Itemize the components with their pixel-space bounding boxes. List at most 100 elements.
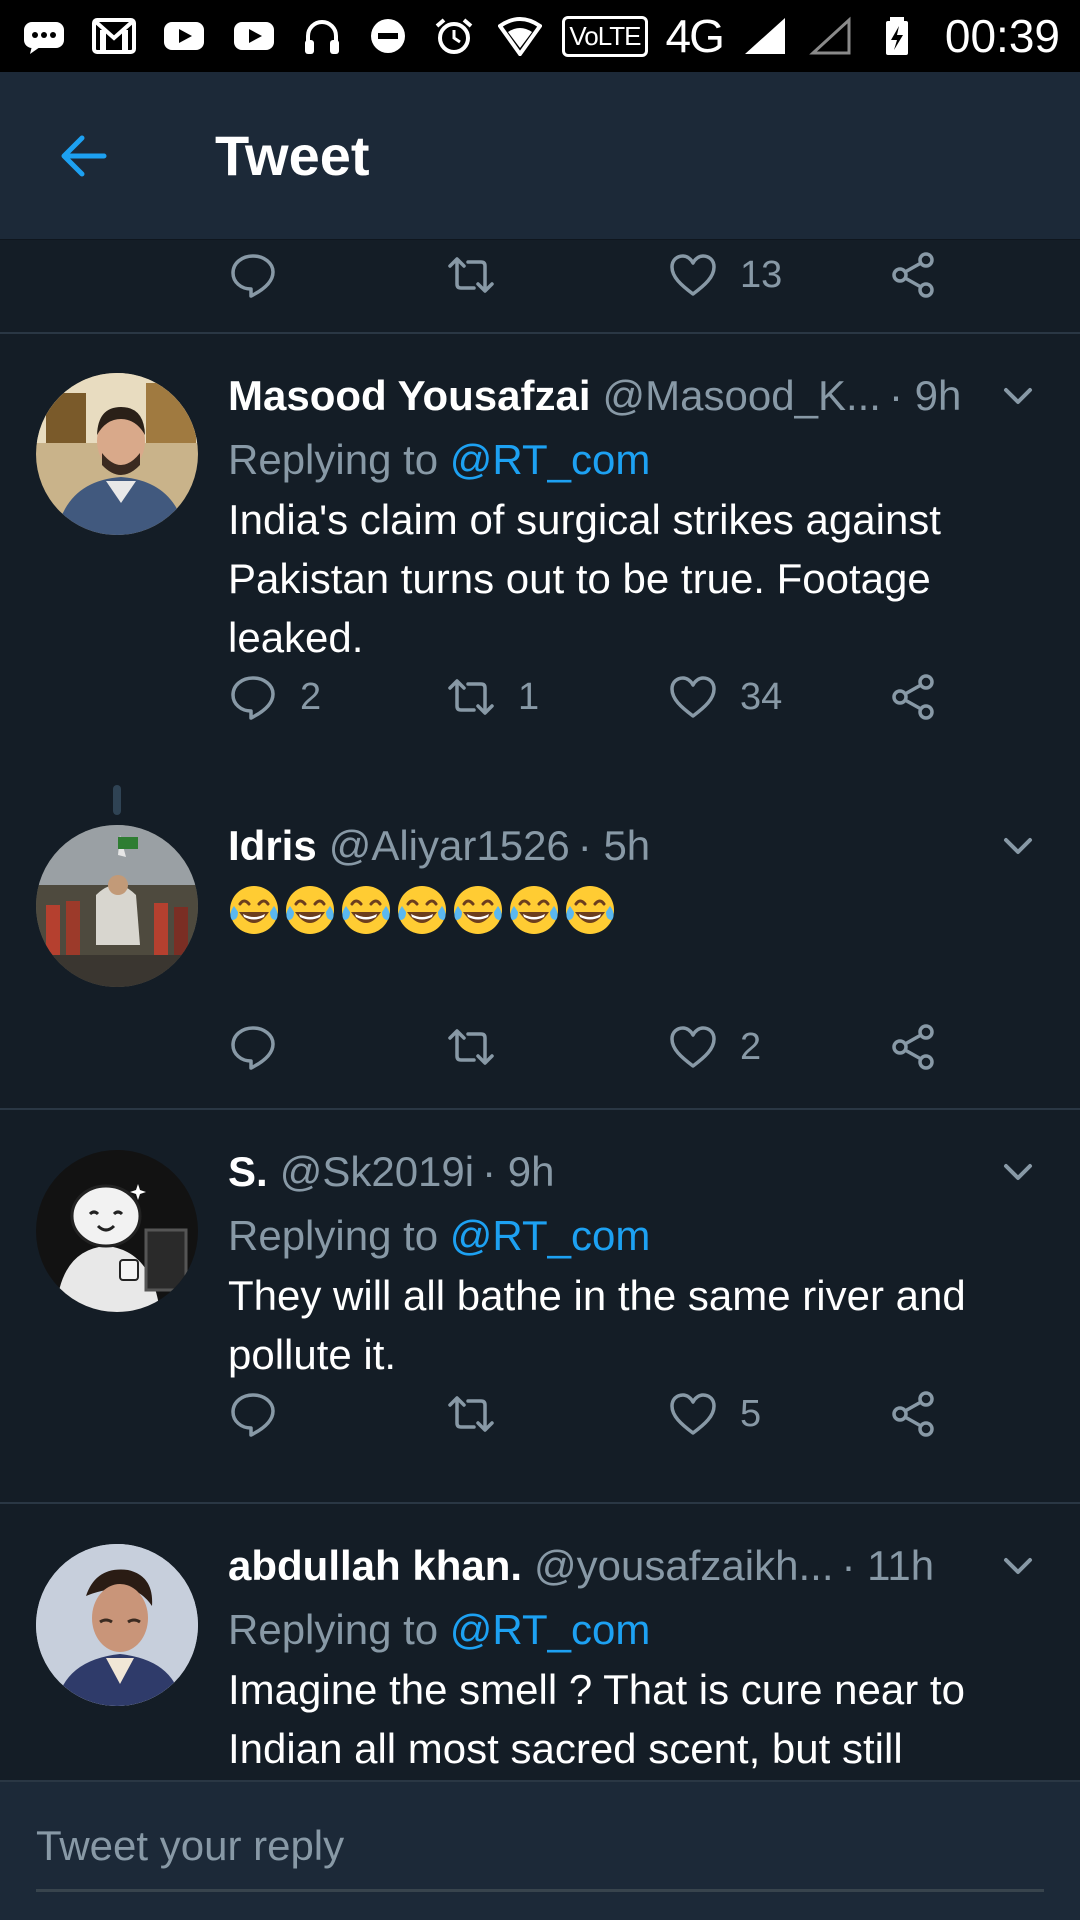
reply-button[interactable] bbox=[228, 245, 278, 305]
divider bbox=[0, 1502, 1080, 1504]
tweet-actions: 2 bbox=[228, 1017, 988, 1077]
retweet-button[interactable] bbox=[446, 1384, 496, 1444]
face-with-tears-of-joy-emoji bbox=[396, 884, 448, 936]
like-button[interactable]: 2 bbox=[668, 1017, 761, 1077]
retweet-arrows-icon bbox=[448, 679, 494, 715]
retweet-arrows-icon bbox=[448, 1029, 494, 1065]
like-button[interactable]: 13 bbox=[668, 245, 782, 305]
heart-icon bbox=[670, 676, 716, 718]
divider bbox=[0, 332, 1080, 334]
like-count: 34 bbox=[740, 675, 783, 718]
reply-input[interactable] bbox=[36, 1812, 1044, 1892]
author-name[interactable]: abdullah khan. bbox=[228, 1542, 522, 1590]
signal-strength-icon bbox=[741, 16, 789, 56]
speech-bubble-icon bbox=[231, 676, 275, 720]
share-button[interactable] bbox=[888, 245, 938, 305]
mention-link[interactable]: @RT_com bbox=[450, 1212, 651, 1259]
tweet-text bbox=[228, 884, 616, 936]
replying-to: Replying to @RT_com bbox=[228, 1212, 650, 1260]
share-button[interactable] bbox=[888, 1384, 938, 1444]
like-count: 13 bbox=[740, 253, 783, 296]
retweet-arrows-icon bbox=[448, 1396, 494, 1432]
face-with-tears-of-joy-emoji bbox=[508, 884, 560, 936]
status-bar: VoLTE 4G 00:39 bbox=[0, 0, 1080, 72]
tweet-timestamp: · 9h bbox=[482, 1148, 555, 1195]
page-title: Tweet bbox=[215, 124, 370, 187]
author-handle[interactable]: @yousafzaikh... bbox=[534, 1542, 833, 1590]
chevron-down-icon bbox=[1004, 1164, 1032, 1180]
chevron-down-icon bbox=[1004, 388, 1032, 404]
share-button[interactable] bbox=[888, 1017, 938, 1077]
do-not-disturb-icon bbox=[364, 16, 412, 56]
speech-bubble-icon bbox=[231, 254, 275, 298]
tweet-menu-button[interactable] bbox=[996, 1544, 1040, 1588]
share-button[interactable] bbox=[888, 667, 938, 727]
tweet-header: S. @Sk2019i · 9h bbox=[228, 1144, 1040, 1200]
share-nodes-icon bbox=[892, 1391, 934, 1437]
arrow-left-icon bbox=[61, 135, 107, 176]
like-count: 5 bbox=[740, 1392, 762, 1435]
alarm-icon bbox=[430, 16, 478, 56]
clock: 00:39 bbox=[944, 10, 1060, 62]
avatar[interactable] bbox=[36, 1150, 198, 1312]
retweet-button[interactable]: 1 bbox=[446, 667, 539, 727]
replying-to-label: Replying to bbox=[228, 1606, 450, 1653]
mention-link[interactable]: @RT_com bbox=[450, 1606, 651, 1653]
tweet-text: They will all bathe in the same river an… bbox=[228, 1272, 966, 1378]
volte-badge: VoLTE bbox=[562, 15, 648, 57]
retweet-button[interactable] bbox=[446, 1017, 496, 1077]
face-with-tears-of-joy-emoji bbox=[452, 884, 504, 936]
tweet-actions: 5 bbox=[228, 1384, 988, 1444]
speech-bubble-icon bbox=[231, 1026, 275, 1070]
app-bar: Tweet bbox=[0, 72, 1080, 240]
tweet-menu-button[interactable] bbox=[996, 824, 1040, 868]
heart-icon bbox=[670, 1393, 716, 1435]
heart-icon bbox=[670, 1026, 716, 1068]
retweet-button[interactable] bbox=[446, 245, 496, 305]
battery-charging-icon bbox=[873, 16, 921, 56]
replying-to-label: Replying to bbox=[228, 1212, 450, 1259]
messages-notification-icon bbox=[20, 16, 68, 56]
reply-button[interactable] bbox=[228, 1384, 278, 1444]
chevron-down-icon bbox=[1004, 1558, 1032, 1574]
author-handle[interactable]: @Aliyar1526 bbox=[329, 822, 570, 870]
network-type: 4G bbox=[665, 10, 725, 62]
tweet-menu-button[interactable] bbox=[996, 374, 1040, 418]
youtube-notification-icon bbox=[160, 16, 208, 56]
share-nodes-icon bbox=[892, 1024, 934, 1070]
author-handle[interactable]: @Sk2019i bbox=[280, 1148, 474, 1196]
author-handle[interactable]: @Masood_K... bbox=[603, 372, 881, 420]
mention-link[interactable]: @RT_com bbox=[450, 436, 651, 483]
avatar[interactable] bbox=[36, 825, 198, 987]
author-name[interactable]: S. bbox=[228, 1148, 268, 1196]
replying-to: Replying to @RT_com bbox=[228, 436, 650, 484]
tweet-header: Idris @Aliyar1526 · 5h bbox=[228, 818, 1040, 874]
tweet-timestamp: · 5h bbox=[577, 822, 651, 869]
reply-button[interactable]: 2 bbox=[228, 667, 321, 727]
author-name[interactable]: Masood Yousafzai bbox=[228, 372, 591, 420]
back-button[interactable] bbox=[38, 110, 130, 202]
tweet-text: Imagine the smell ? That is cure near to… bbox=[228, 1666, 965, 1772]
tweet-actions: 13 bbox=[228, 245, 988, 305]
chevron-down-icon bbox=[1004, 838, 1032, 854]
reply-timeline[interactable]: 13 Masood Yousafzai @Masood_K... · 9h Re… bbox=[0, 240, 1080, 1780]
tweet-text: India's claim of surgical strikes agains… bbox=[228, 496, 941, 661]
avatar[interactable] bbox=[36, 1544, 198, 1706]
wifi-icon bbox=[496, 16, 544, 56]
face-with-tears-of-joy-emoji bbox=[284, 884, 336, 936]
reply-button[interactable] bbox=[228, 1017, 278, 1077]
avatar[interactable] bbox=[36, 373, 198, 535]
tweet-header: Masood Yousafzai @Masood_K... · 9h bbox=[228, 368, 1040, 424]
like-button[interactable]: 34 bbox=[668, 667, 782, 727]
like-count: 2 bbox=[740, 1025, 762, 1068]
replying-to-label: Replying to bbox=[228, 436, 450, 483]
headphones-icon bbox=[298, 16, 346, 56]
divider bbox=[0, 1108, 1080, 1110]
author-name[interactable]: Idris bbox=[228, 822, 317, 870]
like-button[interactable]: 5 bbox=[668, 1384, 761, 1444]
tweet-header: abdullah khan. @yousafzaikh... · 11h bbox=[228, 1538, 1040, 1594]
tweet-menu-button[interactable] bbox=[996, 1150, 1040, 1194]
reply-count: 2 bbox=[300, 675, 322, 718]
reply-composer bbox=[0, 1780, 1080, 1920]
tweet-timestamp: · 11h bbox=[841, 1542, 935, 1589]
